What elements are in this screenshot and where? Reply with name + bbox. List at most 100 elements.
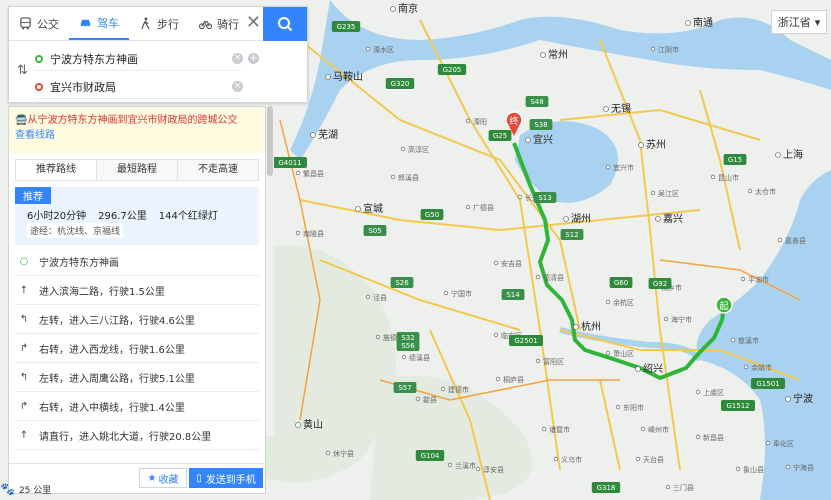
place-dot <box>635 366 641 372</box>
place-dot <box>493 260 499 266</box>
road-label: G320 <box>391 80 410 88</box>
town-label: 富阳区 <box>543 357 564 366</box>
clear-end-icon[interactable]: × <box>232 81 243 92</box>
town-label: 萧山区 <box>613 349 634 358</box>
end-input[interactable]: 宜兴市财政局 <box>50 79 116 95</box>
place-dot <box>747 188 753 194</box>
route-distance: 296.7公里 <box>98 211 147 222</box>
road-label: G15 <box>728 156 742 164</box>
tab-label: 公交 <box>37 17 59 31</box>
list-item[interactable]: ↑ 进入滨海二路，行驶1.5公里 <box>15 276 259 305</box>
chevron-down-icon: ▾ <box>814 15 821 29</box>
tab-bus[interactable]: 公交 <box>9 7 69 40</box>
list-item[interactable]: ○ 宁波方特东方神画 <box>15 247 259 276</box>
place-dot <box>535 358 541 364</box>
option-no-highway[interactable]: 不走高速 <box>178 160 258 180</box>
tab-car[interactable]: 驾车 <box>69 7 129 40</box>
place-dot <box>603 106 609 112</box>
city-label: 嘉兴 <box>663 212 683 225</box>
list-item[interactable]: ↱ 右转，进入西龙线，行驶1.6公里 <box>15 334 259 363</box>
road-label: S14 <box>506 291 520 299</box>
add-waypoint-icon[interactable]: + <box>248 53 259 64</box>
star-icon: ★ <box>147 472 157 484</box>
city-label: 宁波 <box>793 392 813 405</box>
end-dot-icon <box>35 82 43 91</box>
town-label: 休宁县 <box>333 449 354 458</box>
city-selector-label: 浙江省 <box>777 16 811 29</box>
send-label: 发送到手机 <box>205 474 256 486</box>
option-shortest[interactable]: 最短路程 <box>97 160 178 180</box>
view-line-link[interactable]: 查看线路 <box>15 128 259 143</box>
turn-right-icon: ↱ <box>19 400 29 412</box>
place-dot <box>638 142 644 148</box>
place-dot <box>743 364 749 370</box>
place-dot <box>730 337 736 343</box>
city-selector[interactable]: 浙江省 ▾ <box>771 10 827 34</box>
tab-label: 驾车 <box>97 16 119 30</box>
place-dot <box>615 404 621 410</box>
town-label: 三门县 <box>673 483 694 492</box>
list-item[interactable]: ↱ 右转，进入中横线，行驶1.4公里 <box>15 392 259 421</box>
city-label: 苏州 <box>646 138 666 151</box>
town-label: 嵊州市 <box>648 425 669 434</box>
map-scale: 🐾 25 公里 <box>0 482 51 496</box>
town-label: 新昌县 <box>703 433 724 442</box>
town-label: 淳安县 <box>483 465 504 474</box>
town-label: 兰溪市 <box>455 461 476 470</box>
start-field[interactable]: 宁波方特东方神画 × + <box>35 47 259 71</box>
town-label: 桐庐县 <box>503 375 524 384</box>
option-recommended[interactable]: 推荐路线 <box>16 160 97 180</box>
town-label: 象山县 <box>743 465 764 474</box>
end-field[interactable]: 宜兴市财政局 × <box>35 75 243 99</box>
swap-icon[interactable]: ⇅ <box>17 63 28 78</box>
town-label: 天台县 <box>643 455 664 464</box>
route-panel: 公交 驾车 步行 骑行 ✕ ⇅ 宁波方特东方神画 × + 宜兴市财政局 × 🚍从… <box>8 6 308 494</box>
send-to-phone-button[interactable]: ▯ 发送到手机 <box>189 468 263 488</box>
place-dot <box>605 350 611 356</box>
route-summary[interactable]: 推荐 6小时20分钟 296.7公里 144个红绿灯 途经：杭沈线、京福线 <box>15 187 259 245</box>
start-marker[interactable]: 起 <box>715 296 733 314</box>
list-item[interactable]: ↰ 左转，进入周鹰公路，行驶5.1公里 <box>15 363 259 392</box>
road-label: S48 <box>530 98 543 106</box>
town-label: 溧阳 <box>473 117 487 126</box>
search-icon <box>278 17 293 32</box>
route-lights: 144个红绿灯 <box>158 211 218 222</box>
town-label: 宜兴市 <box>613 163 634 172</box>
tab-walk[interactable]: 步行 <box>129 7 189 40</box>
step-text: 左转，进入三八江路，行驶4.6公里 <box>39 315 195 327</box>
town-label: 东阳市 <box>623 403 644 412</box>
town-label: 余姚市 <box>751 363 772 372</box>
place-dot <box>740 276 746 282</box>
place-dot <box>777 237 783 243</box>
start-input[interactable]: 宁波方特东方神画 <box>50 51 138 67</box>
town-label: 安吉县 <box>501 259 522 268</box>
town-label: 歙县 <box>423 395 437 404</box>
list-item[interactable]: ↑ 请直行，进入姚北大道，行驶20.8公里 <box>15 421 259 450</box>
favorite-button[interactable]: ★ 收藏 <box>139 468 187 488</box>
place-dot <box>775 152 781 158</box>
place-dot <box>525 137 531 143</box>
town-label: 太仓市 <box>755 187 776 196</box>
list-item[interactable]: ↰ 左转，进入三八江路，行驶4.6公里 <box>15 305 259 334</box>
clear-start-icon[interactable]: × <box>232 53 243 64</box>
town-label: 昆山市 <box>718 173 739 182</box>
place-dot <box>310 132 316 138</box>
place-dot <box>605 164 611 170</box>
result-scrollbar[interactable] <box>266 106 274 436</box>
town-label: 上虞区 <box>703 388 724 397</box>
tab-bike[interactable]: 骑行 <box>189 7 249 40</box>
place-dot <box>355 206 361 212</box>
favorite-label: 收藏 <box>158 474 179 486</box>
close-icon[interactable]: ✕ <box>246 13 261 33</box>
scrollbar-thumb[interactable] <box>267 106 273 176</box>
road-label: G25 <box>493 132 507 140</box>
city-label: 芜湖 <box>318 128 338 141</box>
place-dot <box>685 20 691 26</box>
city-label: 南通 <box>693 16 713 29</box>
place-dot <box>375 334 381 340</box>
town-label: 宁国市 <box>451 289 472 298</box>
step-text: 请直行，进入姚北大道，行驶20.8公里 <box>39 431 212 443</box>
road-label: G1501 <box>756 380 779 388</box>
search-button[interactable] <box>263 7 307 41</box>
place-dot <box>650 46 656 52</box>
